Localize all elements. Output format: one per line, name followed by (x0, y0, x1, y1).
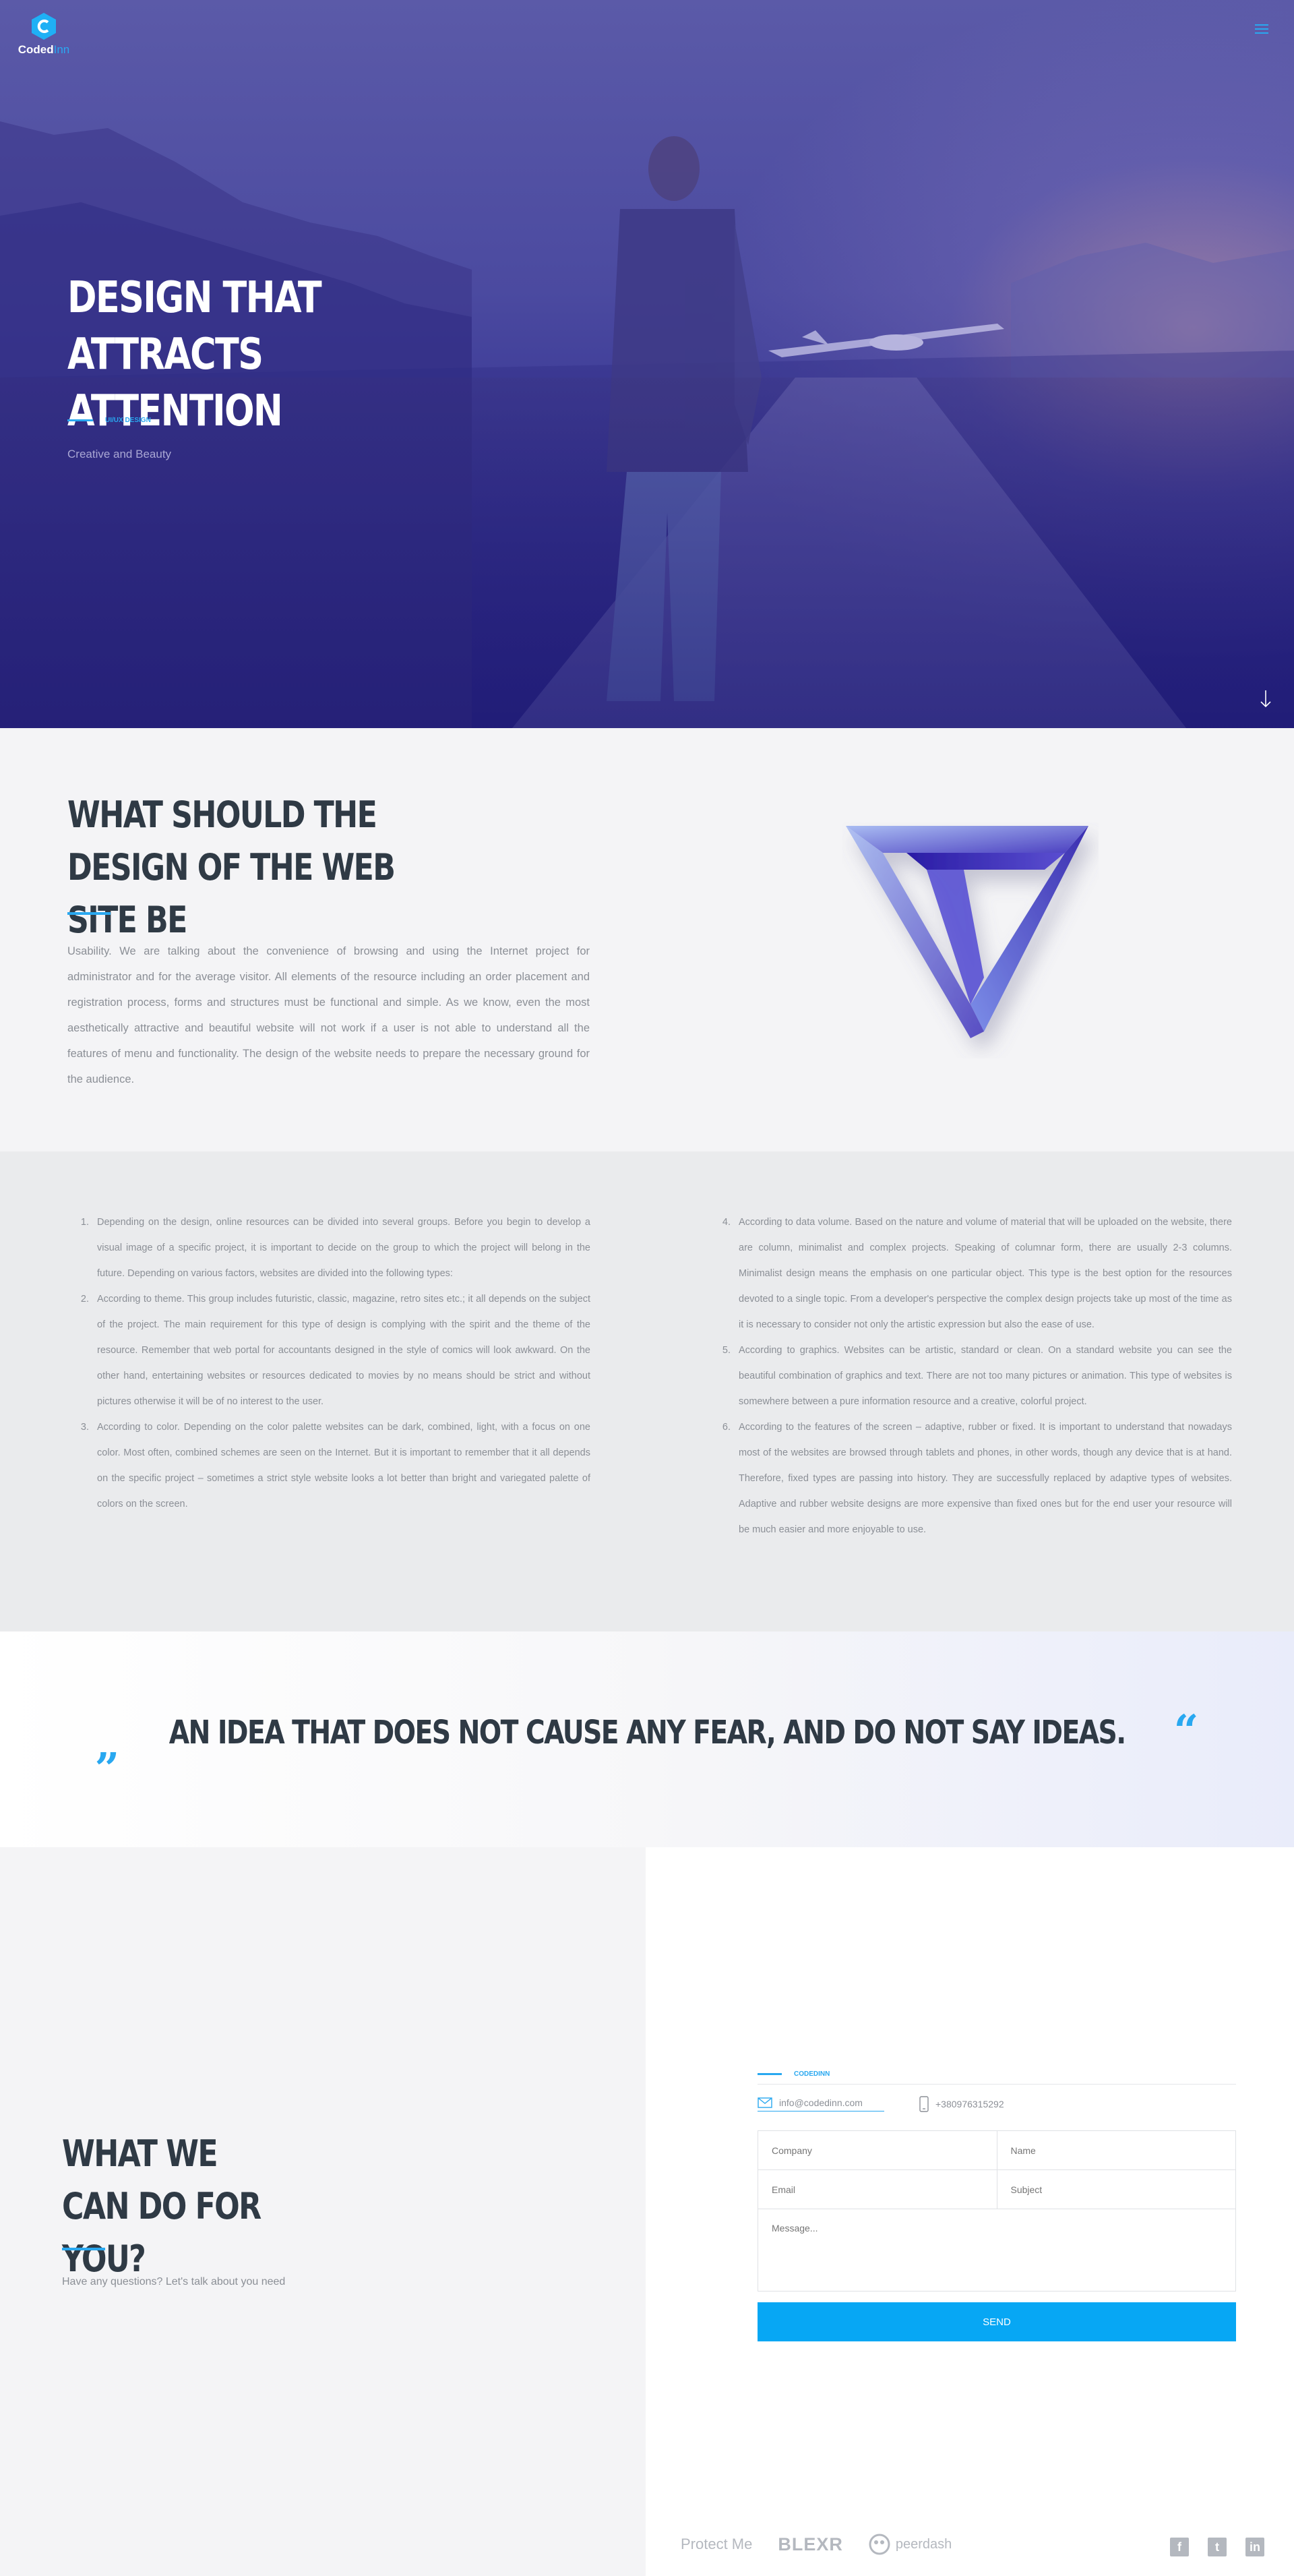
list-item: According to data volume. Based on the n… (733, 1209, 1232, 1338)
peerdash-text: peerdash (895, 2536, 952, 2552)
contact-title: WHAT WE CAN DO FOR YOU? (62, 2132, 261, 2280)
email-link[interactable]: info@codedinn.com (758, 2097, 884, 2111)
email-text: info@codedinn.com (779, 2097, 863, 2108)
hero-title: DESIGN THAT ATTRACTS ATTENTION (67, 273, 322, 436)
company-input[interactable] (758, 2131, 997, 2169)
arrow-down-icon[interactable] (1259, 689, 1272, 709)
send-button[interactable]: SEND (758, 2302, 1236, 2341)
types-list-right: According to data volume. Based on the n… (733, 1209, 1232, 1542)
linkedin-icon[interactable]: in (1245, 2538, 1264, 2556)
logo[interactable]: CodedInn (13, 12, 74, 57)
logo-hexagon-icon (31, 12, 57, 40)
message-textarea[interactable] (758, 2209, 1235, 2287)
partner-logo-protectme[interactable]: Protect Me (681, 2536, 752, 2553)
facebook-icon[interactable]: f (1170, 2538, 1189, 2556)
envelope-icon (758, 2097, 772, 2108)
phone-link[interactable]: +380976315292 (919, 2096, 1004, 2112)
hero-section: CodedInn DESIGN THAT ATTRACTS ATTENTION … (0, 0, 1294, 728)
form-header-line (758, 2073, 782, 2075)
twitter-icon[interactable]: t (1208, 2538, 1227, 2556)
partner-logo-peerdash[interactable]: peerdash (869, 2534, 952, 2555)
name-input[interactable] (996, 2131, 1235, 2169)
hero-tag-line (67, 419, 93, 421)
form-header: CODEDINN (758, 2070, 1236, 2085)
quote-open-mark: „ (95, 1719, 121, 1770)
types-list-left: Depending on the design, online resource… (92, 1209, 590, 1517)
social-links: f t in (1170, 2538, 1264, 2556)
list-item: According to color. Depending on the col… (92, 1414, 590, 1517)
list-item: According to the features of the screen … (733, 1414, 1232, 1542)
contact-section: WHAT WE CAN DO FOR YOU? Have any questio… (0, 1847, 1294, 2576)
logo-accent: Inn (53, 43, 70, 56)
list-item: Depending on the design, online resource… (92, 1209, 590, 1286)
phone-text: +380976315292 (935, 2099, 1004, 2109)
quote-close-mark: “ (1173, 1706, 1199, 1756)
about-title: WHAT SHOULD THE DESIGN OF THE WEB SITE B… (67, 793, 396, 941)
phone-icon (919, 2096, 929, 2112)
contact-form (758, 2130, 1236, 2292)
form-row (758, 2131, 1235, 2170)
peerdash-icon (869, 2534, 890, 2555)
quote-section: „ AN IDEA THAT DOES NOT CAUSE ANY FEAR, … (0, 1631, 1294, 1847)
form-row (758, 2170, 1235, 2209)
form-header-tag: CODEDINN (794, 2070, 830, 2078)
about-title-underline (67, 912, 111, 915)
impossible-triangle-icon (846, 826, 1088, 1038)
email-input[interactable] (758, 2170, 997, 2209)
hamburger-menu-icon[interactable] (1255, 24, 1268, 34)
hero-tag: UI/UX DESIGN (67, 417, 151, 424)
hero-subtitle: Creative and Beauty (67, 448, 172, 460)
list-item: According to graphics. Websites can be a… (733, 1338, 1232, 1414)
quote: „ AN IDEA THAT DOES NOT CAUSE ANY FEAR, … (0, 1710, 1294, 1766)
hero-tag-text: UI/UX DESIGN (105, 417, 151, 424)
logo-text: CodedInn (13, 43, 74, 57)
contact-form-wrapper: CODEDINN info@codedinn.com +380976315292 (758, 2070, 1236, 2341)
partner-logos: Protect Me BLEXR peerdash (681, 2534, 977, 2555)
partner-logo-blexr[interactable]: BLEXR (778, 2534, 843, 2555)
quote-text: AN IDEA THAT DOES NOT CAUSE ANY FEAR, AN… (168, 1714, 1126, 1751)
contact-subtitle: Have any questions? Let's talk about you… (62, 2276, 286, 2287)
list-item: According to theme. This group includes … (92, 1286, 590, 1414)
contact-title-underline (62, 2248, 105, 2250)
about-text: Usability. We are talking about the conv… (67, 945, 590, 1085)
about-section: WHAT SHOULD THE DESIGN OF THE WEB SITE B… (0, 728, 1294, 1151)
contact-info: info@codedinn.com +380976315292 (758, 2094, 1236, 2114)
types-section: Depending on the design, online resource… (0, 1151, 1294, 1631)
subject-input[interactable] (996, 2170, 1235, 2209)
logo-main: Coded (18, 43, 54, 56)
